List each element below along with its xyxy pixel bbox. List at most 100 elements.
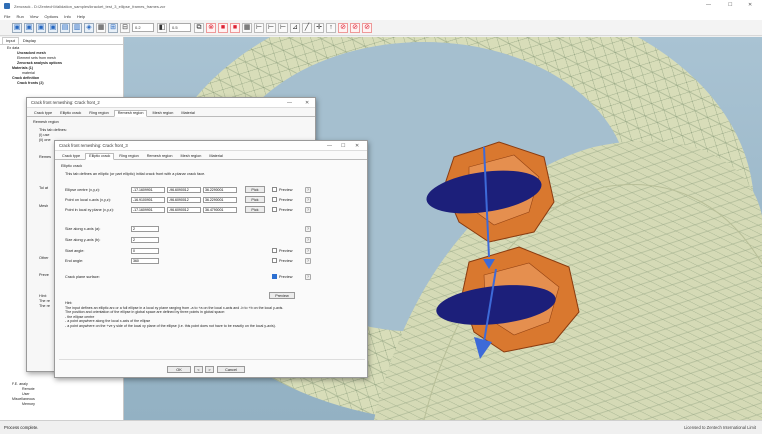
tree-node[interactable]: Memory [2, 402, 35, 407]
crosshair-icon[interactable]: ✛ [314, 22, 324, 33]
red-block-2-icon[interactable]: ■ [230, 22, 240, 33]
preview-checkbox[interactable]: Preview [272, 196, 293, 203]
param-input[interactable] [131, 225, 159, 232]
stop-icon[interactable]: ⊘ [338, 22, 348, 33]
checkbox-label: Preview [279, 207, 293, 212]
dialog-back-close[interactable]: ✕ [305, 98, 309, 108]
tab-description: This tab defines an elliptic (or part el… [65, 172, 206, 176]
fit-view-icon[interactable]: ⊞ [108, 22, 118, 33]
tab-crack-type[interactable]: Crack type [59, 154, 83, 159]
stop-3-icon[interactable]: ⊘ [362, 22, 372, 33]
tab-elliptic-crack[interactable]: Elliptic crack [57, 111, 84, 116]
prev-tab-button[interactable]: < [194, 366, 203, 373]
dialog-close-button[interactable]: ✕ [355, 141, 359, 151]
help-button[interactable]: ? [305, 236, 311, 243]
node-label-icon[interactable]: ⊢ [254, 22, 264, 33]
view-back-icon[interactable]: ▣ [24, 22, 34, 33]
cancel-button[interactable]: Cancel [217, 366, 245, 373]
grid-icon[interactable]: ▦ [242, 22, 252, 33]
tab-material[interactable]: Material [178, 111, 198, 116]
view-left-icon[interactable]: ▣ [36, 22, 46, 33]
help-button[interactable]: ? [305, 257, 311, 264]
tab-ring-region[interactable]: Ring region [86, 111, 111, 116]
menu-file[interactable]: File [4, 14, 10, 19]
coord-input-z[interactable] [203, 206, 237, 213]
tab-mesh-region[interactable]: Mesh region [177, 154, 204, 159]
dialog-back-tabs: Crack type Elliptic crack Ring region Remes… [27, 108, 315, 117]
coord-input-x[interactable] [131, 196, 165, 203]
preview-checkbox[interactable]: Preview [272, 257, 293, 264]
dialog-minimize-button[interactable]: — [327, 141, 332, 151]
stop-2-icon[interactable]: ⊘ [350, 22, 360, 33]
help-button[interactable]: ? [305, 186, 311, 193]
tab-display[interactable]: Display [20, 38, 39, 44]
ok-button[interactable]: OK [167, 366, 191, 373]
back-side-label: Remes [39, 155, 52, 159]
face-label-icon[interactable]: ⊢ [278, 22, 288, 33]
view-iso-icon[interactable]: ◈ [84, 22, 94, 33]
coord-input-y[interactable] [167, 196, 201, 203]
preview-checkbox[interactable]: Preview [272, 247, 293, 254]
tree-node[interactable]: Crack fronts (2) [2, 81, 121, 86]
back-side-label: Hint: [39, 294, 47, 298]
menu-info[interactable]: Info [64, 14, 71, 19]
tab-input[interactable]: Input [2, 37, 19, 44]
shrink-icon[interactable]: ⊟ [120, 22, 130, 33]
view-front-icon[interactable]: ▣ [12, 22, 22, 33]
checkbox-label: Preview [279, 274, 293, 279]
tab-elliptic-crack[interactable]: Elliptic crack [85, 153, 115, 160]
view-top-icon[interactable]: ▤ [60, 22, 70, 33]
coord-input-z[interactable] [203, 196, 237, 203]
coord-input-x[interactable] [131, 206, 165, 213]
crack-plane-preview-checkbox[interactable]: Preview [272, 273, 293, 280]
shrink-factor-select[interactable]: 0.2 [132, 23, 154, 32]
arrow-up-icon[interactable]: ↑ [326, 22, 336, 33]
coord-input-y[interactable] [167, 186, 201, 193]
coord-input-x[interactable] [131, 186, 165, 193]
tab-mesh-region[interactable]: Mesh region [149, 111, 176, 116]
preview-checkbox[interactable]: Preview [272, 186, 293, 193]
param-input[interactable] [131, 257, 159, 264]
tab-material[interactable]: Material [206, 154, 226, 159]
transparency-icon[interactable]: ◧ [157, 22, 167, 33]
preview-checkbox[interactable]: Preview [272, 206, 293, 213]
close-button[interactable]: ✕ [748, 2, 752, 8]
help-button[interactable]: ? [305, 247, 311, 254]
element-label-icon[interactable]: ⊢ [266, 22, 276, 33]
pick-button[interactable]: Pick [245, 186, 265, 193]
transparency-select[interactable]: 0.5 [169, 23, 191, 32]
menu-run[interactable]: Run [16, 14, 23, 19]
coord-input-y[interactable] [167, 206, 201, 213]
display-mode-icon[interactable]: ▦ [96, 22, 106, 33]
menu-options[interactable]: Options [44, 14, 58, 19]
help-button[interactable]: ? [305, 206, 311, 213]
minimize-button[interactable]: — [706, 2, 711, 8]
dialog-back-minimize[interactable]: — [287, 98, 292, 108]
tab-remesh-region[interactable]: Remesh region [144, 154, 176, 159]
view-bottom-icon[interactable]: ▥ [72, 22, 82, 33]
help-button[interactable]: ? [305, 225, 311, 232]
next-tab-button[interactable]: > [205, 366, 214, 373]
pick-button[interactable]: Pick [245, 206, 265, 213]
remove-icon[interactable]: ⊗ [206, 22, 216, 33]
view-right-icon[interactable]: ▣ [48, 22, 58, 33]
tab-crack-type[interactable]: Crack type [31, 111, 55, 116]
menu-help[interactable]: Help [77, 14, 85, 19]
menu-view[interactable]: View [30, 14, 39, 19]
pick-button[interactable]: Pick [245, 196, 265, 203]
edge-icon[interactable]: ⊿ [290, 22, 300, 33]
param-input[interactable] [131, 247, 159, 254]
clip-icon[interactable]: ⧉ [194, 22, 204, 33]
preview-button[interactable]: Preview [269, 292, 295, 299]
tab-remesh-region[interactable]: Remesh region [113, 110, 148, 117]
dialog-maximize-button[interactable]: ☐ [341, 141, 345, 151]
line-icon[interactable]: ╱ [302, 22, 312, 33]
crack-plane-help-button[interactable]: ? [305, 273, 311, 280]
maximize-button[interactable]: ☐ [728, 2, 732, 8]
red-block-icon[interactable]: ■ [218, 22, 228, 33]
help-button[interactable]: ? [305, 196, 311, 203]
param-input[interactable] [131, 236, 159, 243]
back-side-label: Tol at [39, 186, 49, 190]
coord-input-z[interactable] [203, 186, 237, 193]
tab-ring-region[interactable]: Ring region [116, 154, 141, 159]
